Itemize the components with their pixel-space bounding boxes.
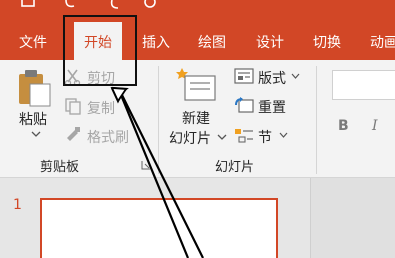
pointer-arrow-icon	[110, 86, 204, 258]
